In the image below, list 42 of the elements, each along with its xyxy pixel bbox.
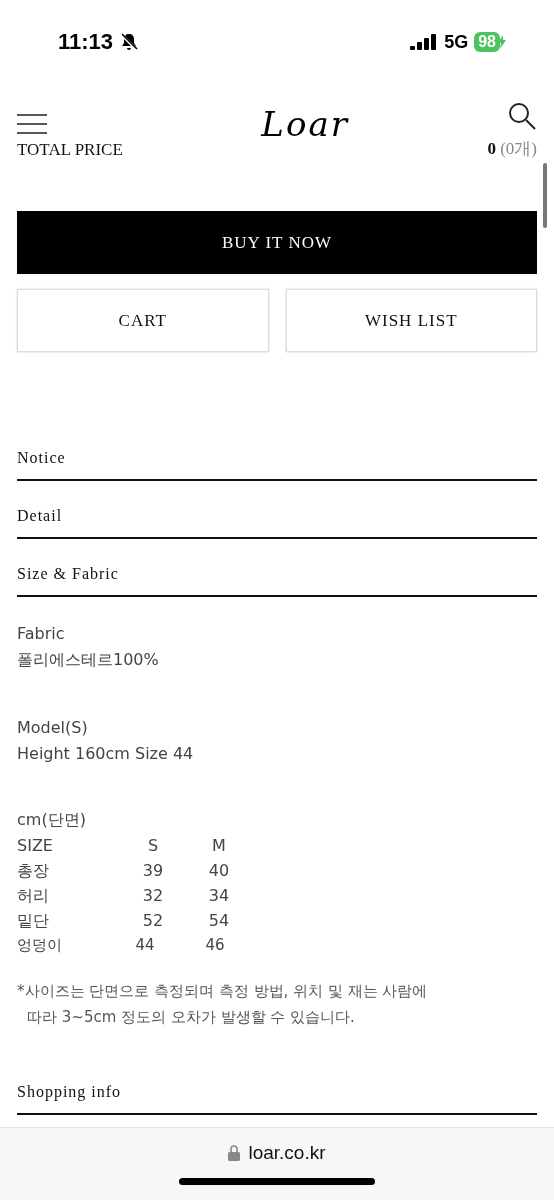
scrollbar [543,163,547,228]
table-header-cell-text: SIZE [17,835,54,857]
lock-icon [228,1145,241,1161]
signal-icon [410,34,439,50]
total-price-label: TOTAL PRICE [17,140,123,160]
accordion-header[interactable]: Detail [17,482,537,539]
size-note: *사이즈는 단면으로 측정되며 측정 방법, 위치 및 재는 사람에 [17,981,429,1002]
table-cell-text: 39 [141,860,165,882]
table-header-cell-text: S [146,835,160,857]
status-time: 11:13 [58,29,114,55]
table-cell-text: 밑단 [17,910,50,932]
logo[interactable]: Loar [261,104,349,144]
accordion-header[interactable]: Shopping info [17,1058,537,1115]
table-cell-text: 32 [141,885,165,907]
table-cell-text: 허리 [17,885,50,907]
table-header-cell-text: M [211,835,227,857]
table-cell-text: 52 [141,910,165,932]
charging-bolt-icon [498,35,506,49]
table-cell-text: 엉덩이 [17,935,63,956]
fabric-value: 폴리에스테르100% [17,649,160,671]
accordion-header[interactable]: Size & Fabric [17,540,537,597]
size-unit-label: cm(단면) [17,809,87,831]
table-cell-text: 34 [207,885,231,907]
menu-icon[interactable] [17,114,47,134]
table-cell-text: 총장 [17,860,50,882]
network-label: 5G [444,31,469,53]
table-cell-text: 44 [134,935,156,956]
table-cell-text: 46 [204,935,226,956]
model-label: Model(S) [17,717,89,739]
size-note: 따라 3~5cm 정도의 오차가 발생할 수 있습니다. [26,1007,356,1028]
fabric-label: Fabric [17,623,66,645]
accordion-header[interactable]: Notice [17,424,537,481]
search-icon[interactable] [507,101,537,131]
cart-button[interactable]: CART [17,289,269,352]
cart-count: 0 (0개) [487,138,537,160]
bell-muted-icon [119,32,140,52]
table-cell-text: 40 [207,860,231,882]
url-text[interactable]: loar.co.kr [248,1142,326,1164]
wish-list-button[interactable]: WISH LIST [285,289,537,352]
model-value: Height 160cm Size 44 [17,743,195,765]
table-cell-text: 54 [207,910,231,932]
buy-now-button[interactable]: BUY IT NOW [17,211,537,274]
